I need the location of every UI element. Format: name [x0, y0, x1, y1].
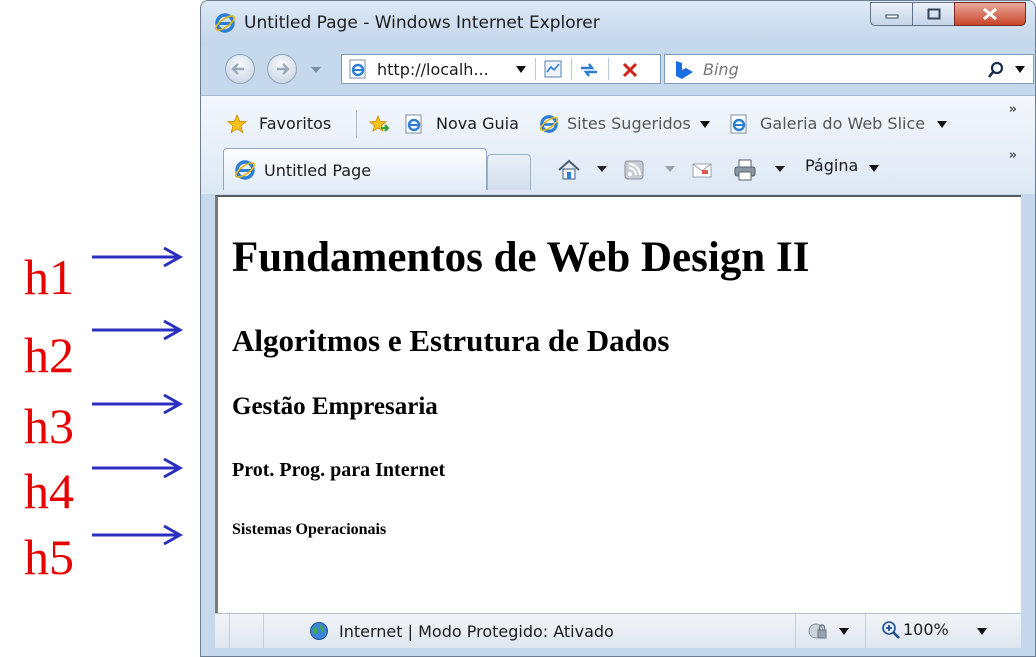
- divider: [865, 614, 866, 648]
- protected-mode-icon[interactable]: [807, 621, 829, 641]
- favorites-item-galeria-web-slice[interactable]: Galeria do Web Slice: [760, 114, 925, 133]
- rss-feed-icon[interactable]: [623, 158, 645, 182]
- bing-icon: [676, 61, 693, 79]
- chevron-down-icon[interactable]: [937, 121, 947, 129]
- print-icon[interactable]: [732, 158, 758, 182]
- chevron-down-icon[interactable]: [516, 66, 526, 74]
- annotation-label: h1: [24, 249, 74, 305]
- annotation-h4: h4: [0, 456, 200, 516]
- maximize-button[interactable]: [912, 2, 954, 26]
- minimize-icon: [885, 14, 898, 19]
- stop-icon[interactable]: [621, 61, 639, 79]
- arrow-right-icon: [92, 457, 184, 479]
- title-bar[interactable]: Untitled Page - Windows Internet Explore…: [201, 1, 1035, 45]
- page-content: Fundamentos de Web Design II Algoritmos …: [215, 195, 1021, 613]
- chevron-down-icon[interactable]: [839, 628, 849, 636]
- new-tab-button[interactable]: [487, 154, 531, 190]
- heading-h3: Gestão Empresaria: [232, 393, 438, 420]
- divider: [535, 58, 536, 80]
- forward-button[interactable]: [267, 54, 297, 84]
- favorites-item-sites-sugeridos[interactable]: Sites Sugeridos: [567, 114, 691, 133]
- divider: [229, 614, 230, 648]
- close-button[interactable]: [954, 2, 1026, 26]
- internet-explorer-icon: [214, 13, 236, 33]
- zoom-level[interactable]: 100%: [903, 620, 949, 639]
- divider: [356, 110, 357, 138]
- print-dropdown[interactable]: [775, 166, 785, 172]
- star-icon: [227, 114, 247, 134]
- heading-h5: Sistemas Operacionais: [232, 521, 387, 538]
- search-icon[interactable]: [987, 61, 1005, 79]
- globe-icon: [310, 622, 328, 640]
- navigation-bar: http://localh... Bing: [201, 45, 1035, 95]
- chevron-down-icon[interactable]: [1015, 66, 1025, 74]
- favorites-bar: Favoritos Nova Guia Sites Sugeridos Gale…: [201, 95, 1035, 194]
- annotation-h5: h5: [0, 522, 200, 582]
- recent-pages-dropdown[interactable]: [311, 67, 321, 73]
- chevron-down-icon[interactable]: [977, 628, 987, 636]
- more-favorites-icon[interactable]: »: [1009, 102, 1017, 117]
- page-icon: [730, 114, 747, 134]
- favorites-button[interactable]: Favoritos: [259, 114, 331, 133]
- annotation-label: h3: [24, 398, 74, 454]
- internet-explorer-icon: [234, 160, 256, 180]
- arrow-right-icon: [92, 524, 184, 546]
- mail-icon[interactable]: [691, 158, 713, 182]
- annotation-h2: h2: [0, 312, 200, 380]
- window-controls: [870, 2, 1026, 26]
- more-commands-icon[interactable]: »: [1009, 148, 1017, 163]
- minimize-button[interactable]: [870, 2, 912, 26]
- zoom-icon[interactable]: [881, 620, 901, 640]
- address-text[interactable]: http://localh...: [377, 60, 489, 79]
- compatibility-view-icon[interactable]: [543, 59, 563, 79]
- internet-explorer-icon: [539, 115, 559, 133]
- arrow-right-icon: [277, 63, 290, 75]
- browser-window: Untitled Page - Windows Internet Explore…: [200, 0, 1036, 657]
- heading-h1: Fundamentos de Web Design II: [232, 234, 810, 281]
- annotation-label: h5: [24, 529, 74, 585]
- add-to-favorites-icon[interactable]: [369, 114, 389, 134]
- address-bar[interactable]: http://localh...: [341, 54, 661, 84]
- arrow-left-icon: [231, 63, 244, 75]
- divider: [795, 614, 796, 648]
- annotation-h1: h1: [0, 238, 200, 302]
- search-box[interactable]: Bing: [664, 54, 1034, 84]
- tab-label: Untitled Page: [264, 161, 372, 180]
- divider: [263, 614, 264, 648]
- arrow-right-icon: [92, 393, 184, 415]
- annotation-h3: h3: [0, 392, 200, 452]
- favorites-item-nova-guia[interactable]: Nova Guia: [436, 114, 519, 133]
- divider: [608, 58, 609, 80]
- home-dropdown[interactable]: [597, 166, 607, 172]
- divider: [571, 58, 572, 80]
- status-bar: Internet | Modo Protegido: Ativado 100%: [215, 613, 1021, 648]
- maximize-icon: [927, 8, 940, 20]
- chevron-down-icon[interactable]: [869, 165, 879, 173]
- arrow-right-icon: [92, 246, 184, 268]
- home-icon[interactable]: [556, 158, 582, 182]
- window-title: Untitled Page - Windows Internet Explore…: [244, 13, 600, 33]
- heading-h4: Prot. Prog. para Internet: [232, 459, 446, 481]
- back-button[interactable]: [225, 54, 255, 84]
- search-placeholder[interactable]: Bing: [703, 60, 739, 79]
- heading-h2: Algoritmos e Estrutura de Dados: [232, 323, 670, 358]
- annotation-label: h2: [24, 327, 74, 383]
- arrow-right-icon: [92, 319, 184, 341]
- page-menu-button[interactable]: Página: [805, 156, 858, 175]
- tab-untitled-page[interactable]: Untitled Page: [223, 148, 487, 190]
- page-icon: [405, 114, 422, 134]
- security-zone-text[interactable]: Internet | Modo Protegido: Ativado: [339, 622, 614, 641]
- close-icon: [983, 7, 997, 21]
- page-icon: [349, 59, 366, 79]
- annotation-label: h4: [24, 463, 74, 519]
- feeds-dropdown[interactable]: [665, 166, 675, 172]
- refresh-icon[interactable]: [578, 60, 600, 80]
- chevron-down-icon[interactable]: [700, 121, 710, 129]
